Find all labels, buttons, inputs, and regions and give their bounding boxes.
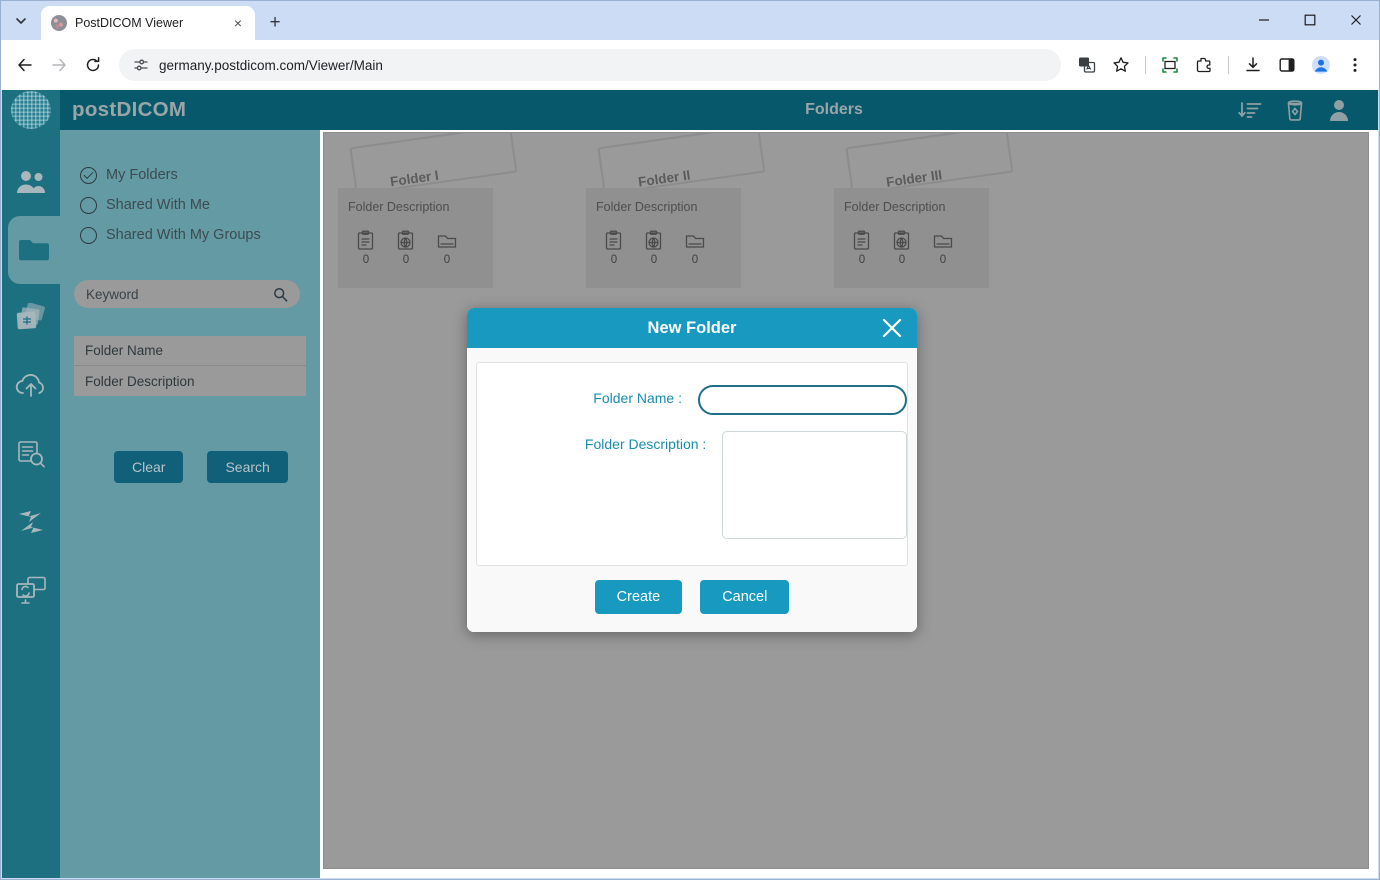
folder-description-field[interactable] <box>722 431 907 539</box>
close-icon[interactable]: × <box>229 14 247 32</box>
site-settings-icon[interactable] <box>133 57 149 73</box>
create-button[interactable]: Create <box>595 580 683 614</box>
dialog-header: New Folder <box>467 308 917 348</box>
close-window-icon[interactable] <box>1333 1 1379 39</box>
side-panel-icon[interactable] <box>1271 49 1303 81</box>
new-folder-dialog: New Folder Folder Name : Folder Descript… <box>467 308 917 632</box>
bookmark-star-icon[interactable] <box>1105 49 1137 81</box>
back-arrow-icon[interactable] <box>9 49 41 81</box>
browser-chrome: PostDICOM Viewer × + <box>0 0 1380 880</box>
dicom-favicon <box>51 15 67 31</box>
profile-icon[interactable] <box>1305 49 1337 81</box>
reload-icon[interactable] <box>77 49 109 81</box>
tab-search-button[interactable] <box>7 7 35 35</box>
dialog-footer: Create Cancel <box>467 566 917 632</box>
download-icon[interactable] <box>1237 49 1269 81</box>
address-bar[interactable]: germany.postdicom.com/Viewer/Main <box>119 49 1061 81</box>
browser-toolbar: germany.postdicom.com/Viewer/Main <box>1 40 1379 90</box>
folder-description-label: Folder Description : <box>477 431 722 452</box>
postdicom-app: postDICOM My Folders Shared With Me Shar… <box>2 90 1378 878</box>
window-controls <box>1241 1 1379 39</box>
folder-name-row: Folder Name : <box>477 385 907 415</box>
translate-icon[interactable] <box>1071 49 1103 81</box>
screen-capture-icon[interactable] <box>1154 49 1186 81</box>
tab-strip: PostDICOM Viewer × + <box>1 1 1379 40</box>
dialog-body: Folder Name : Folder Description : <box>467 348 917 566</box>
extensions-icon[interactable] <box>1188 49 1220 81</box>
dialog-title: New Folder <box>648 319 737 338</box>
toolbar-divider <box>1145 56 1146 74</box>
toolbar-divider-2 <box>1228 56 1229 74</box>
menu-icon[interactable] <box>1339 49 1371 81</box>
application-window: PostDICOM Viewer × + <box>0 0 1380 880</box>
minimize-icon[interactable] <box>1241 1 1287 39</box>
maximize-icon[interactable] <box>1287 1 1333 39</box>
url-text: germany.postdicom.com/Viewer/Main <box>159 58 383 73</box>
folder-name-field[interactable] <box>698 385 907 415</box>
tab-title: PostDICOM Viewer <box>75 16 221 30</box>
browser-tab[interactable]: PostDICOM Viewer × <box>41 6 255 40</box>
folder-name-label: Folder Name : <box>477 385 698 406</box>
new-tab-button[interactable]: + <box>261 8 289 36</box>
close-icon[interactable] <box>879 315 905 341</box>
cancel-button[interactable]: Cancel <box>700 580 789 614</box>
toolbar-actions <box>1071 49 1371 81</box>
dialog-form-panel: Folder Name : Folder Description : <box>476 362 908 566</box>
folder-description-row: Folder Description : <box>477 431 907 539</box>
forward-arrow-icon[interactable] <box>43 49 75 81</box>
